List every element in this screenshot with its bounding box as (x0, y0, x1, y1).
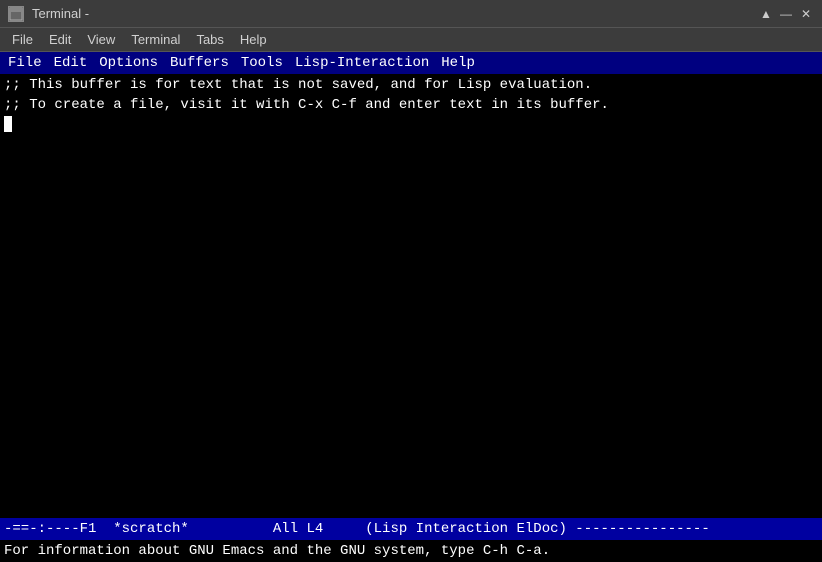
title-bar: Terminal - ▲ — ✕ (0, 0, 822, 28)
emacs-menu-help[interactable]: Help (435, 54, 481, 72)
editor-line-3 (4, 115, 818, 135)
terminal-menu-edit[interactable]: Edit (41, 30, 79, 49)
echo-text: For information about GNU Emacs and the … (4, 543, 550, 559)
emacs-menu-file[interactable]: File (2, 54, 48, 72)
emacs-menu-lisp-interaction[interactable]: Lisp-Interaction (289, 54, 435, 72)
close-button[interactable]: ✕ (798, 6, 814, 22)
window-icon (8, 6, 24, 22)
emacs-editor[interactable]: ;; This buffer is for text that is not s… (0, 74, 822, 518)
emacs-menu-buffers[interactable]: Buffers (164, 54, 235, 72)
terminal-menu-file[interactable]: File (4, 30, 41, 49)
editor-line-2: ;; To create a file, visit it with C-x C… (4, 96, 818, 116)
terminal-menu-view[interactable]: View (79, 30, 123, 49)
minimize-button[interactable]: ▲ (758, 6, 774, 22)
maximize-button[interactable]: — (778, 6, 794, 22)
emacs-menubar: File Edit Options Buffers Tools Lisp-Int… (0, 52, 822, 74)
terminal-menu-tabs[interactable]: Tabs (188, 30, 231, 49)
emacs-menu-tools[interactable]: Tools (235, 54, 289, 72)
editor-line-1: ;; This buffer is for text that is not s… (4, 76, 818, 96)
modeline-text: -==-:----F1 *scratch* All L4 (Lisp Inter… (4, 521, 710, 537)
window-controls: ▲ — ✕ (758, 6, 814, 22)
terminal-menubar: File Edit View Terminal Tabs Help (0, 28, 822, 52)
title-bar-left: Terminal - (8, 6, 89, 22)
emacs-menu-edit[interactable]: Edit (48, 54, 94, 72)
emacs-echo-area: For information about GNU Emacs and the … (0, 540, 822, 562)
terminal-menu-terminal[interactable]: Terminal (123, 30, 188, 49)
emacs-modeline: -==-:----F1 *scratch* All L4 (Lisp Inter… (0, 518, 822, 540)
text-cursor (4, 116, 12, 132)
window-title: Terminal - (32, 6, 89, 21)
terminal-menu-help[interactable]: Help (232, 30, 275, 49)
emacs-container: File Edit Options Buffers Tools Lisp-Int… (0, 52, 822, 562)
emacs-menu-options[interactable]: Options (93, 54, 164, 72)
